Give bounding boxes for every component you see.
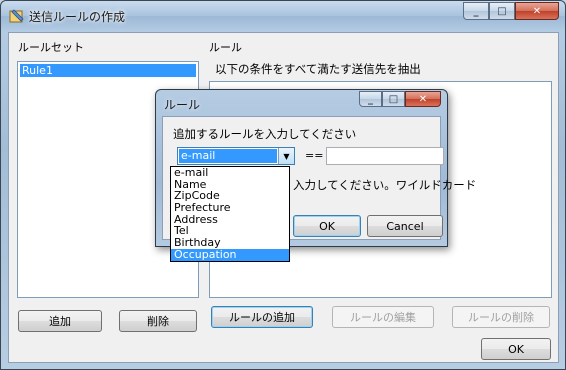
rule-caption: 以下の条件をすべて満たす送信先を抽出 — [215, 62, 421, 76]
dialog-ok-button[interactable]: OK — [293, 215, 361, 237]
close-button[interactable]: ✕ — [515, 2, 559, 20]
value-input[interactable] — [326, 147, 444, 165]
field-dropdown-list[interactable]: e-mail Name ZipCode Prefecture Address T… — [170, 166, 290, 262]
minimize-button[interactable]: _ — [463, 2, 489, 20]
ok-button[interactable]: OK — [481, 338, 551, 360]
dialog-title: ルール — [164, 98, 201, 112]
dialog-note: 入力してください。ワイルドカード — [293, 178, 477, 192]
dialog-maximize-button[interactable]: □ — [382, 91, 405, 107]
delete-ruleset-button[interactable]: 削除 — [119, 310, 197, 332]
operator-label: == — [305, 149, 324, 162]
dialog-close-button[interactable]: ✕ — [405, 91, 441, 107]
dialog-cancel-button[interactable]: Cancel — [367, 215, 443, 237]
list-item[interactable]: Rule1 — [20, 64, 196, 77]
window-title: 送信ルールの作成 — [29, 10, 126, 24]
ruleset-label: ルールセット — [18, 41, 84, 54]
add-rule-button[interactable]: ルールの追加 — [211, 306, 313, 328]
field-combobox-value: e-mail — [179, 149, 277, 163]
dialog-prompt: 追加するルールを入力してください — [173, 127, 357, 141]
field-combobox[interactable]: e-mail ▼ — [177, 147, 295, 165]
rules-label: ルール — [209, 41, 242, 54]
maximize-button[interactable]: □ — [489, 2, 515, 20]
dropdown-option-highlighted[interactable]: Occupation — [171, 249, 289, 261]
title-bar[interactable]: 送信ルールの作成 _ □ ✕ — [1, 1, 565, 31]
dropdown-option[interactable]: Prefecture — [171, 202, 289, 214]
chevron-down-icon[interactable]: ▼ — [278, 148, 294, 164]
edit-rule-button[interactable]: ルールの編集 — [332, 306, 434, 328]
app-icon — [9, 9, 24, 23]
dialog-minimize-button[interactable]: _ — [359, 91, 382, 107]
delete-rule-button[interactable]: ルールの削除 — [452, 306, 550, 328]
dropdown-option[interactable]: e-mail — [171, 167, 289, 179]
add-ruleset-button[interactable]: 追加 — [18, 310, 102, 332]
